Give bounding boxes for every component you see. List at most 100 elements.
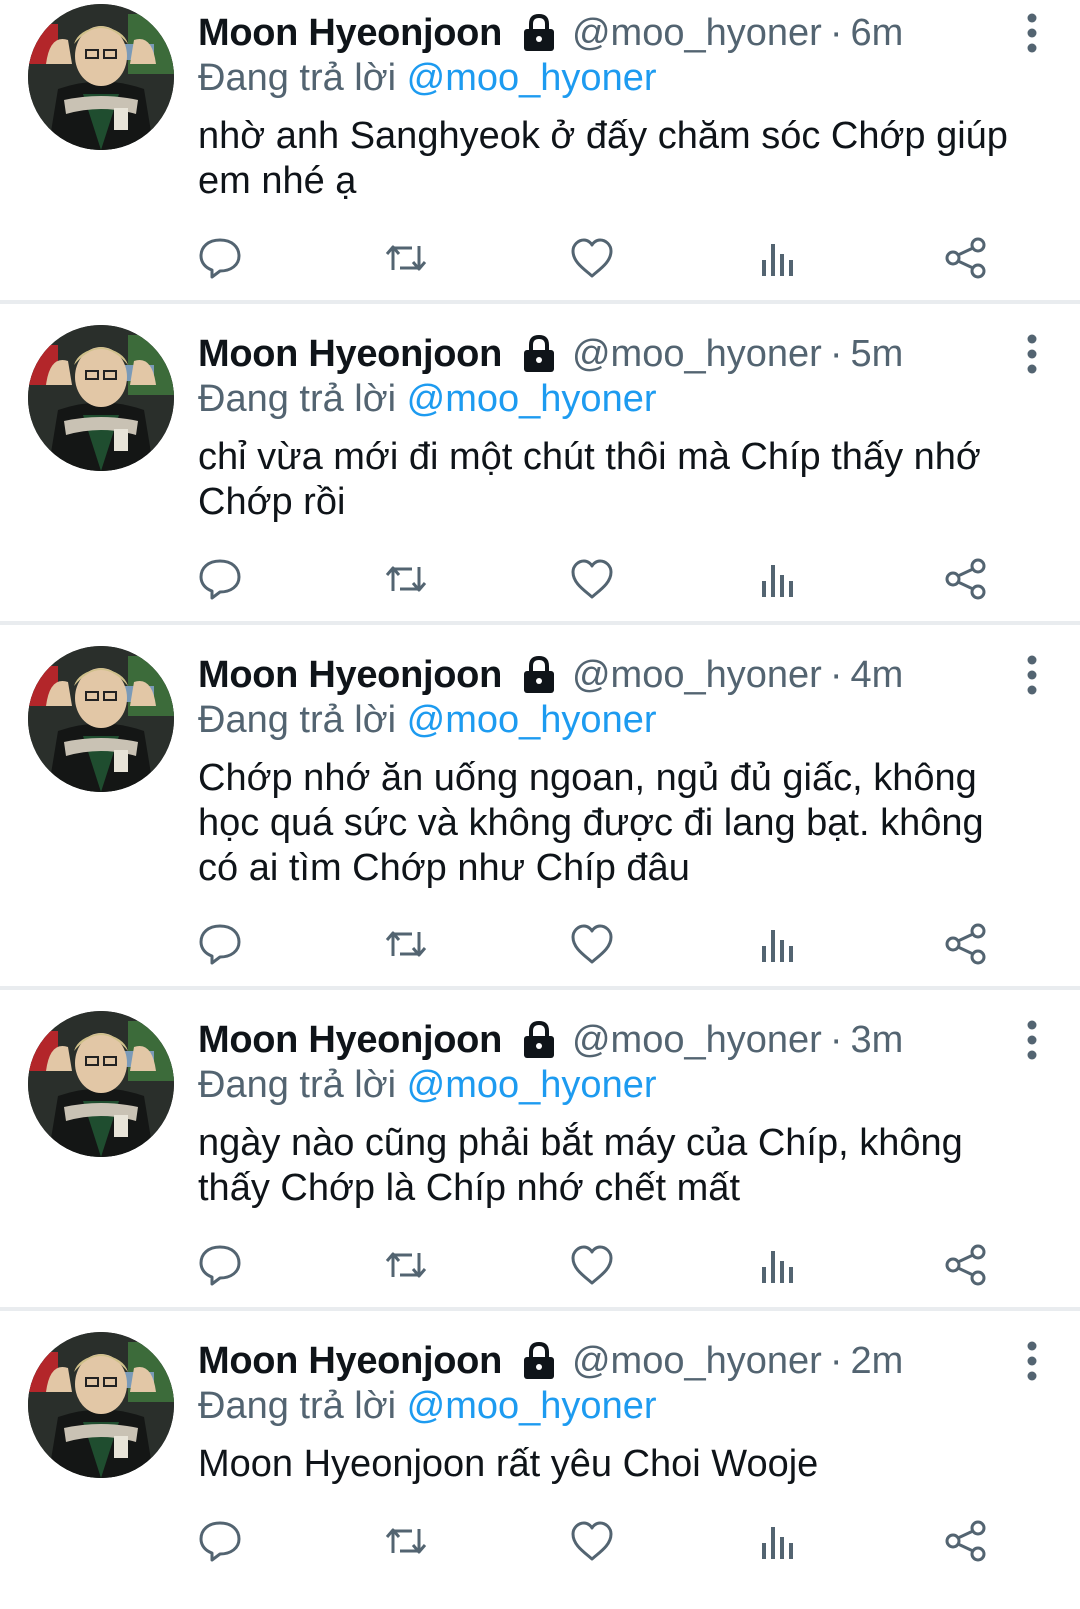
retweet-icon[interactable]	[384, 236, 428, 280]
reply-to-handle[interactable]: @moo_hyoner	[407, 57, 657, 99]
tweet-text: Chớp nhớ ăn uống ngoan, ngủ đủ giấc, khô…	[198, 757, 984, 889]
author-name[interactable]: Moon Hyeonjoon	[198, 1340, 502, 1383]
reply-context: Đang trả lời @moo_hyoner	[198, 1385, 657, 1428]
tweet-header: Moon Hyeonjoon @moo_hyoner · 2m	[198, 1338, 903, 1384]
author-handle[interactable]: @moo_hyoner	[572, 1340, 822, 1383]
tweet-actions	[198, 1519, 1018, 1563]
tweet-text: chỉ vừa mới đi một chút thôi mà Chíp thấ…	[198, 436, 981, 523]
retweet-icon[interactable]	[384, 1519, 428, 1563]
reply-icon[interactable]	[198, 236, 242, 280]
avatar-image	[28, 4, 174, 150]
lock-icon	[520, 334, 558, 374]
heart-icon[interactable]	[570, 1519, 614, 1563]
heart-icon[interactable]	[570, 557, 614, 601]
views-icon[interactable]	[756, 557, 800, 601]
avatar[interactable]	[28, 325, 174, 471]
divider	[0, 621, 1080, 625]
reply-icon[interactable]	[198, 1243, 242, 1287]
tweet[interactable]: Moon Hyeonjoon @moo_hyoner · 2m Đang trả…	[0, 1328, 1080, 1609]
avatar[interactable]	[28, 1011, 174, 1157]
heart-icon[interactable]	[570, 236, 614, 280]
separator: ·	[829, 653, 843, 696]
tweet-actions	[198, 1243, 1018, 1287]
avatar-image	[28, 325, 174, 471]
tweet[interactable]: Moon Hyeonjoon @moo_hyoner · 5m Đang trả…	[0, 321, 1080, 625]
author-name[interactable]: Moon Hyeonjoon	[198, 12, 502, 55]
lock-icon	[520, 13, 558, 53]
tweet-actions	[198, 557, 1018, 601]
timestamp[interactable]: 2m	[850, 1340, 903, 1383]
reply-to-handle[interactable]: @moo_hyoner	[407, 1064, 657, 1106]
timestamp[interactable]: 6m	[850, 12, 903, 55]
reply-prefix: Đang trả lời	[198, 378, 397, 420]
more-vertical-icon[interactable]	[1022, 333, 1042, 375]
tweet-text: ngày nào cũng phải bắt máy của Chíp, khô…	[198, 1122, 963, 1209]
share-icon[interactable]	[944, 922, 988, 966]
more-vertical-icon[interactable]	[1022, 1019, 1042, 1061]
avatar[interactable]	[28, 646, 174, 792]
share-icon[interactable]	[944, 1243, 988, 1287]
tweet-header: Moon Hyeonjoon @moo_hyoner · 3m	[198, 1017, 903, 1063]
tweet[interactable]: Moon Hyeonjoon @moo_hyoner · 3m Đang trả…	[0, 1007, 1080, 1311]
tweet-text: Moon Hyeonjoon rất yêu Choi Wooje	[198, 1443, 819, 1485]
share-icon[interactable]	[944, 1519, 988, 1563]
views-icon[interactable]	[756, 1519, 800, 1563]
reply-context: Đang trả lời @moo_hyoner	[198, 57, 657, 100]
reply-to-handle[interactable]: @moo_hyoner	[407, 1385, 657, 1427]
reply-to-handle[interactable]: @moo_hyoner	[407, 378, 657, 420]
separator: ·	[829, 1018, 843, 1061]
reply-to-handle[interactable]: @moo_hyoner	[407, 699, 657, 741]
tweet-text: nhờ anh Sanghyeok ở đấy chăm sóc Chớp gi…	[198, 115, 1008, 202]
separator: ·	[829, 1339, 843, 1382]
reply-context: Đang trả lời @moo_hyoner	[198, 699, 657, 742]
more-vertical-icon[interactable]	[1022, 654, 1042, 696]
heart-icon[interactable]	[570, 922, 614, 966]
more-vertical-icon[interactable]	[1022, 1340, 1042, 1382]
avatar[interactable]	[28, 1332, 174, 1478]
divider	[0, 300, 1080, 304]
tweet[interactable]: Moon Hyeonjoon @moo_hyoner · 6m Đang trả…	[0, 0, 1080, 304]
reply-prefix: Đang trả lời	[198, 1385, 397, 1427]
views-icon[interactable]	[756, 236, 800, 280]
tweet-header: Moon Hyeonjoon @moo_hyoner · 6m	[198, 10, 903, 56]
share-icon[interactable]	[944, 236, 988, 280]
timestamp[interactable]: 3m	[850, 1019, 903, 1062]
tweet-thread: Moon Hyeonjoon @moo_hyoner · 6m Đang trả…	[0, 0, 1080, 1609]
share-icon[interactable]	[944, 557, 988, 601]
reply-context: Đang trả lời @moo_hyoner	[198, 1064, 657, 1107]
reply-icon[interactable]	[198, 922, 242, 966]
tweet-header: Moon Hyeonjoon @moo_hyoner · 5m	[198, 331, 903, 377]
lock-icon	[520, 1341, 558, 1381]
views-icon[interactable]	[756, 922, 800, 966]
author-name[interactable]: Moon Hyeonjoon	[198, 333, 502, 376]
author-name[interactable]: Moon Hyeonjoon	[198, 1019, 502, 1062]
author-handle[interactable]: @moo_hyoner	[572, 654, 822, 697]
retweet-icon[interactable]	[384, 1243, 428, 1287]
reply-icon[interactable]	[198, 1519, 242, 1563]
separator: ·	[829, 11, 843, 54]
author-handle[interactable]: @moo_hyoner	[572, 333, 822, 376]
author-handle[interactable]: @moo_hyoner	[572, 1019, 822, 1062]
tweet-actions	[198, 236, 1018, 280]
avatar-image	[28, 1332, 174, 1478]
tweet[interactable]: Moon Hyeonjoon @moo_hyoner · 4m Đang trả…	[0, 642, 1080, 990]
lock-icon	[520, 1020, 558, 1060]
views-icon[interactable]	[756, 1243, 800, 1287]
tweet-header: Moon Hyeonjoon @moo_hyoner · 4m	[198, 652, 903, 698]
heart-icon[interactable]	[570, 1243, 614, 1287]
author-handle[interactable]: @moo_hyoner	[572, 12, 822, 55]
reply-prefix: Đang trả lời	[198, 57, 397, 99]
retweet-icon[interactable]	[384, 922, 428, 966]
retweet-icon[interactable]	[384, 557, 428, 601]
avatar[interactable]	[28, 4, 174, 150]
reply-icon[interactable]	[198, 557, 242, 601]
avatar-image	[28, 1011, 174, 1157]
reply-context: Đang trả lời @moo_hyoner	[198, 378, 657, 421]
timestamp[interactable]: 5m	[850, 333, 903, 376]
reply-prefix: Đang trả lời	[198, 699, 397, 741]
tweet-actions	[198, 922, 1018, 966]
more-vertical-icon[interactable]	[1022, 12, 1042, 54]
timestamp[interactable]: 4m	[850, 654, 903, 697]
author-name[interactable]: Moon Hyeonjoon	[198, 654, 502, 697]
separator: ·	[829, 332, 843, 375]
